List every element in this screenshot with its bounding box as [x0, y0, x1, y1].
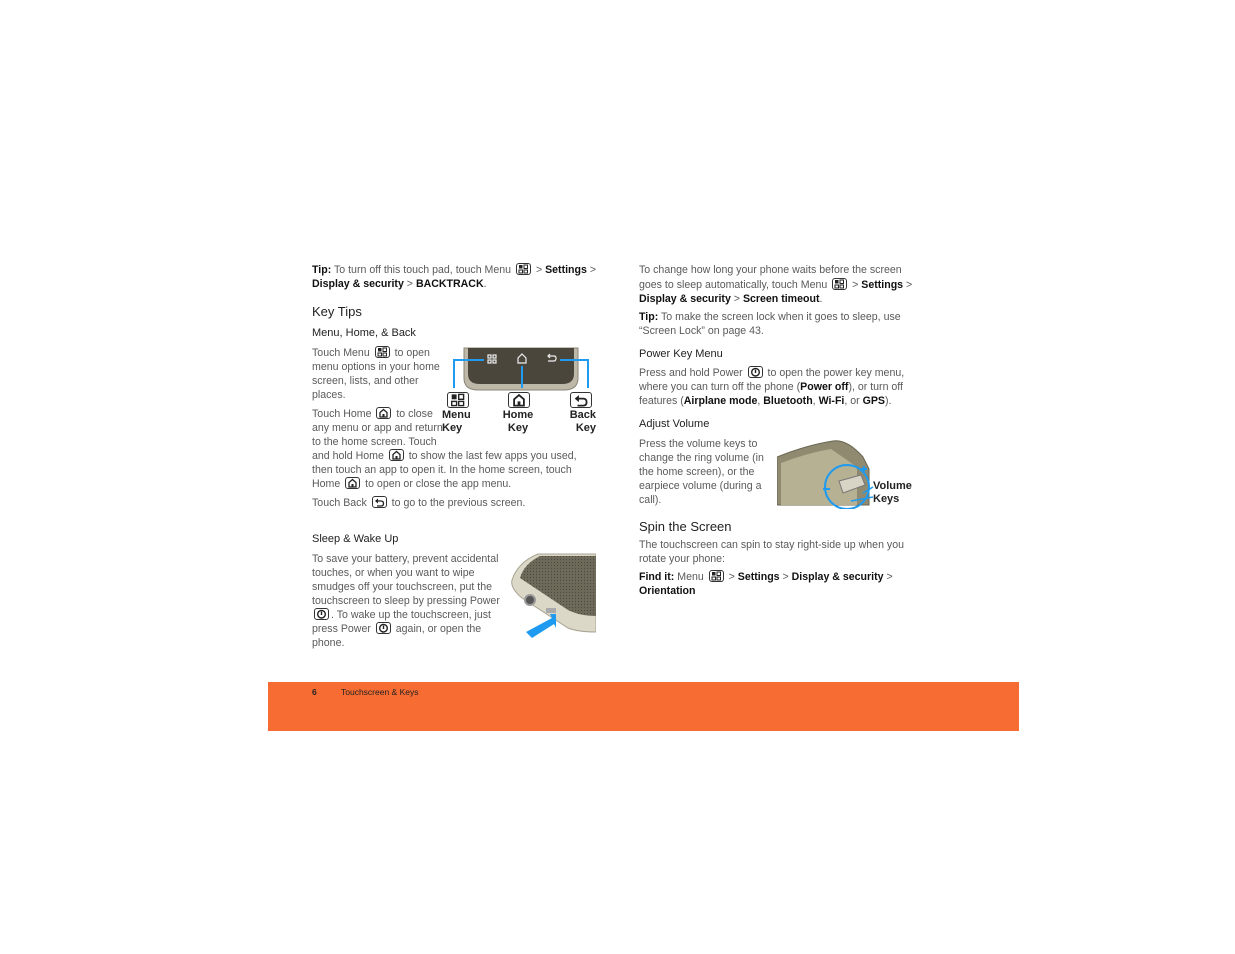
touch-back-paragraph: Touch Back to go to the previous screen. [312, 496, 596, 510]
bold-term: BACKTRACK [415, 278, 484, 290]
text-run: Press and hold Power [639, 367, 746, 379]
power-icon [747, 366, 763, 378]
volume-label: Volume [873, 480, 912, 492]
screen-timeout-paragraph: To change how long your phone waits befo… [639, 263, 923, 307]
keys-figure: Menu Key Home Key Back Key [442, 346, 596, 442]
tip-screen-lock: Tip: To make the screen lock when it goe… [639, 310, 923, 338]
text-run: The touchscreen can spin to stay right-s… [639, 539, 904, 565]
subheading-menu-home-back: Menu, Home, & Back [312, 327, 416, 339]
text-run: > [403, 278, 416, 290]
sleep-wake-text: To save your battery, prevent accidental… [312, 552, 597, 650]
text-run: > [586, 264, 597, 276]
bold-term: Settings [737, 571, 780, 583]
text-run: Touch Back [312, 497, 370, 509]
back-key-icon [570, 392, 592, 408]
bold-term: Settings [861, 278, 904, 291]
section-heading-key-tips: Key Tips [312, 304, 362, 319]
text-run: > [725, 571, 738, 583]
subheading-power-key-menu: Power Key Menu [639, 348, 723, 360]
find-it-orientation: Find it: Menu > Settings > Display & sec… [639, 570, 923, 598]
menu-icon [374, 346, 390, 358]
home-label-key: Key [507, 422, 529, 434]
phone-power-illustration [511, 553, 597, 638]
bold-term: Tip: [639, 311, 659, 323]
menu-label-key: Key [442, 422, 463, 434]
volume-keys-label: Volume Keys [873, 480, 912, 506]
bold-term: Wi-Fi [818, 395, 845, 407]
power-key-figure [508, 552, 597, 638]
text-run: . [483, 278, 487, 290]
text-run: , or [844, 395, 863, 407]
manual-page: Tip: To turn off this touch pad, touch M… [0, 0, 1235, 954]
text-run: To turn off this touch pad, touch Menu [331, 264, 514, 276]
bold-term: Display & security [312, 278, 404, 290]
keys-label: Keys [873, 493, 900, 505]
menu-key-label: Menu Key [442, 409, 476, 435]
section-heading-spin-screen: Spin the Screen [639, 519, 732, 534]
text-run: Menu [674, 571, 707, 583]
bold-term: GPS [862, 395, 885, 407]
home-icon [345, 477, 361, 489]
power-key-paragraph: Press and hold Power to open the power k… [639, 366, 923, 408]
subheading-adjust-volume: Adjust Volume [639, 418, 710, 430]
page-number: 6 [312, 687, 317, 697]
text-run: Touch Menu [312, 347, 373, 359]
touch-menu-paragraph: Touch Menu to open menu options in your … [312, 346, 446, 402]
text-run: to go to the previous screen. [388, 497, 526, 509]
bold-term: Settings [545, 264, 587, 276]
adjust-volume-paragraph: Press the volume keys to change the ring… [639, 437, 767, 507]
menu-key-icon [447, 392, 469, 408]
subheading-sleep-wake: Sleep & Wake Up [312, 533, 399, 545]
text-run: to open or close the app menu. [362, 478, 512, 490]
footer-band: 6 Touchscreen & Keys [268, 682, 1019, 731]
text-run: ). [884, 395, 892, 407]
bold-term: Airplane mode [683, 395, 758, 407]
text-run: > [533, 264, 546, 276]
bold-term: Display & security [791, 571, 884, 583]
volume-keys-figure: Volume Keys [777, 437, 923, 509]
home-label: Home [502, 409, 534, 421]
home-key-label: Home Key [498, 409, 538, 435]
text-run: > [903, 278, 913, 291]
text-run: To make the screen lock when it goes to … [639, 311, 901, 337]
back-icon [371, 496, 387, 508]
section-title: Touchscreen & Keys [341, 687, 419, 697]
text-run: > [779, 571, 792, 583]
back-label-key: Key [575, 422, 596, 434]
text-run: Press the volume keys to change the ring… [639, 438, 764, 506]
bold-term: Orientation [639, 585, 696, 597]
bold-term: Bluetooth [763, 395, 813, 407]
bold-term: Tip: [312, 264, 332, 276]
tip-touchpad: Tip: To turn off this touch pad, touch M… [312, 263, 602, 291]
text-run: > [883, 571, 893, 583]
text-run: . [819, 293, 823, 305]
bold-term: Power off [800, 381, 849, 393]
back-key-label: Back Key [556, 409, 596, 435]
bold-term: Screen timeout [742, 293, 820, 305]
home-icon [388, 449, 404, 461]
bold-term: Display & security [639, 293, 731, 305]
home-icon [376, 407, 392, 419]
menu-icon [516, 263, 531, 275]
menu-label: Menu [442, 409, 471, 421]
home-key-icon [508, 392, 530, 408]
menu-icon [832, 277, 848, 290]
bold-term: Find it: [639, 571, 675, 583]
spin-screen-paragraph: The touchscreen can spin to stay right-s… [639, 538, 923, 566]
text-run: To save your battery, prevent accidental… [312, 553, 500, 607]
text-run: Touch Home [312, 408, 375, 420]
menu-home-back-text: Menu Key Home Key Back Key Touch Menu to op… [312, 346, 596, 510]
menu-icon [708, 570, 724, 582]
back-label: Back [569, 409, 596, 421]
text-run: > [849, 278, 862, 291]
power-icon [314, 608, 329, 620]
adjust-volume-text: Volume Keys Press the volume keys to chan… [639, 437, 923, 509]
text-run: > [730, 293, 743, 305]
power-icon [375, 622, 391, 634]
